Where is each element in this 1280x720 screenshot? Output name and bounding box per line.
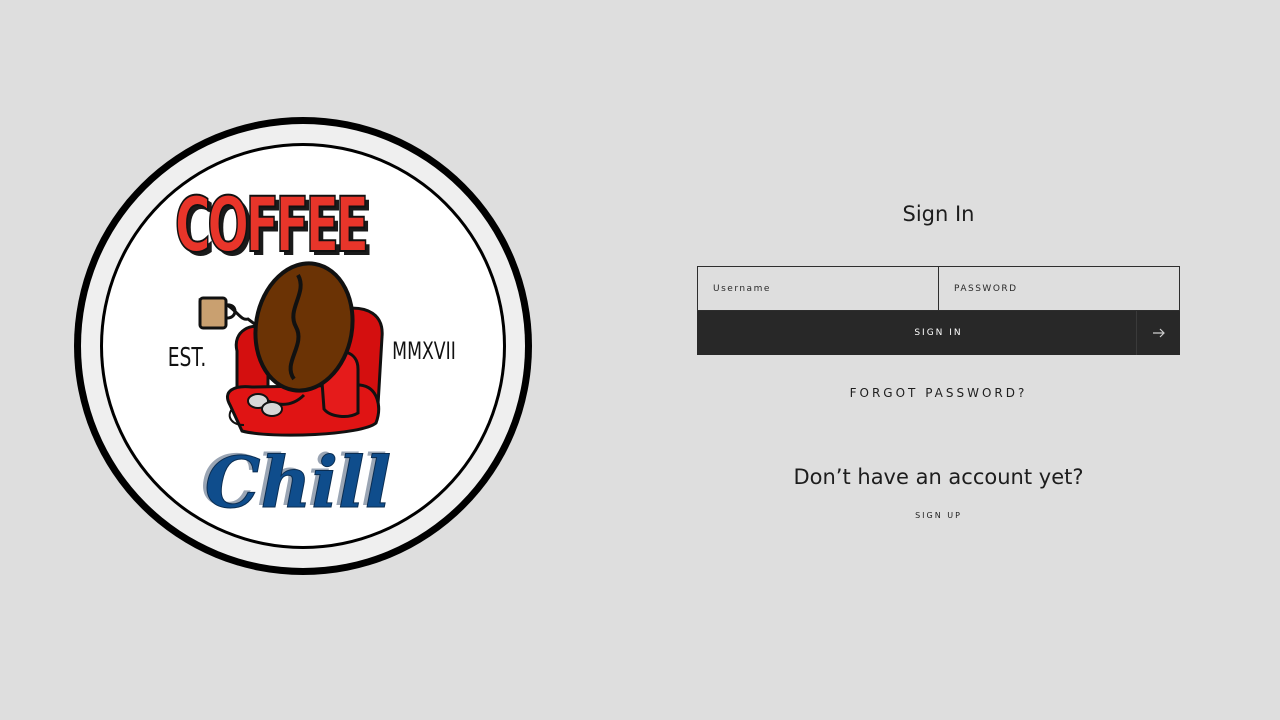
- no-account-heading: Don’t have an account yet?: [793, 465, 1084, 489]
- sign-in-button[interactable]: SIGN IN: [697, 311, 1136, 355]
- sign-up-link[interactable]: SIGN UP: [697, 510, 1180, 522]
- coffee-chill-logo: COFFEE COFFEE EST. MMXVII Chill Chill: [72, 115, 534, 577]
- login-page: COFFEE COFFEE EST. MMXVII Chill Chill Si…: [0, 0, 1280, 720]
- sign-in-title: Sign In: [902, 202, 975, 226]
- logo-coffee-text: COFFEE: [175, 181, 369, 269]
- username-input[interactable]: [697, 266, 939, 311]
- logo-est-text: EST.: [168, 342, 207, 373]
- sign-in-row: SIGN IN: [697, 311, 1180, 355]
- password-input[interactable]: [939, 266, 1180, 311]
- sign-in-panel: Sign In SIGN IN FORGOT PASSWORD? Don’t h…: [697, 0, 1180, 720]
- credentials-row: [697, 266, 1180, 311]
- arrow-right-icon: [1152, 328, 1165, 338]
- submit-arrow-button[interactable]: [1136, 311, 1180, 355]
- logo-chill-text: Chill: [205, 441, 391, 524]
- forgot-password-link[interactable]: FORGOT PASSWORD?: [697, 385, 1180, 401]
- logo-year-text: MMXVII: [392, 338, 456, 366]
